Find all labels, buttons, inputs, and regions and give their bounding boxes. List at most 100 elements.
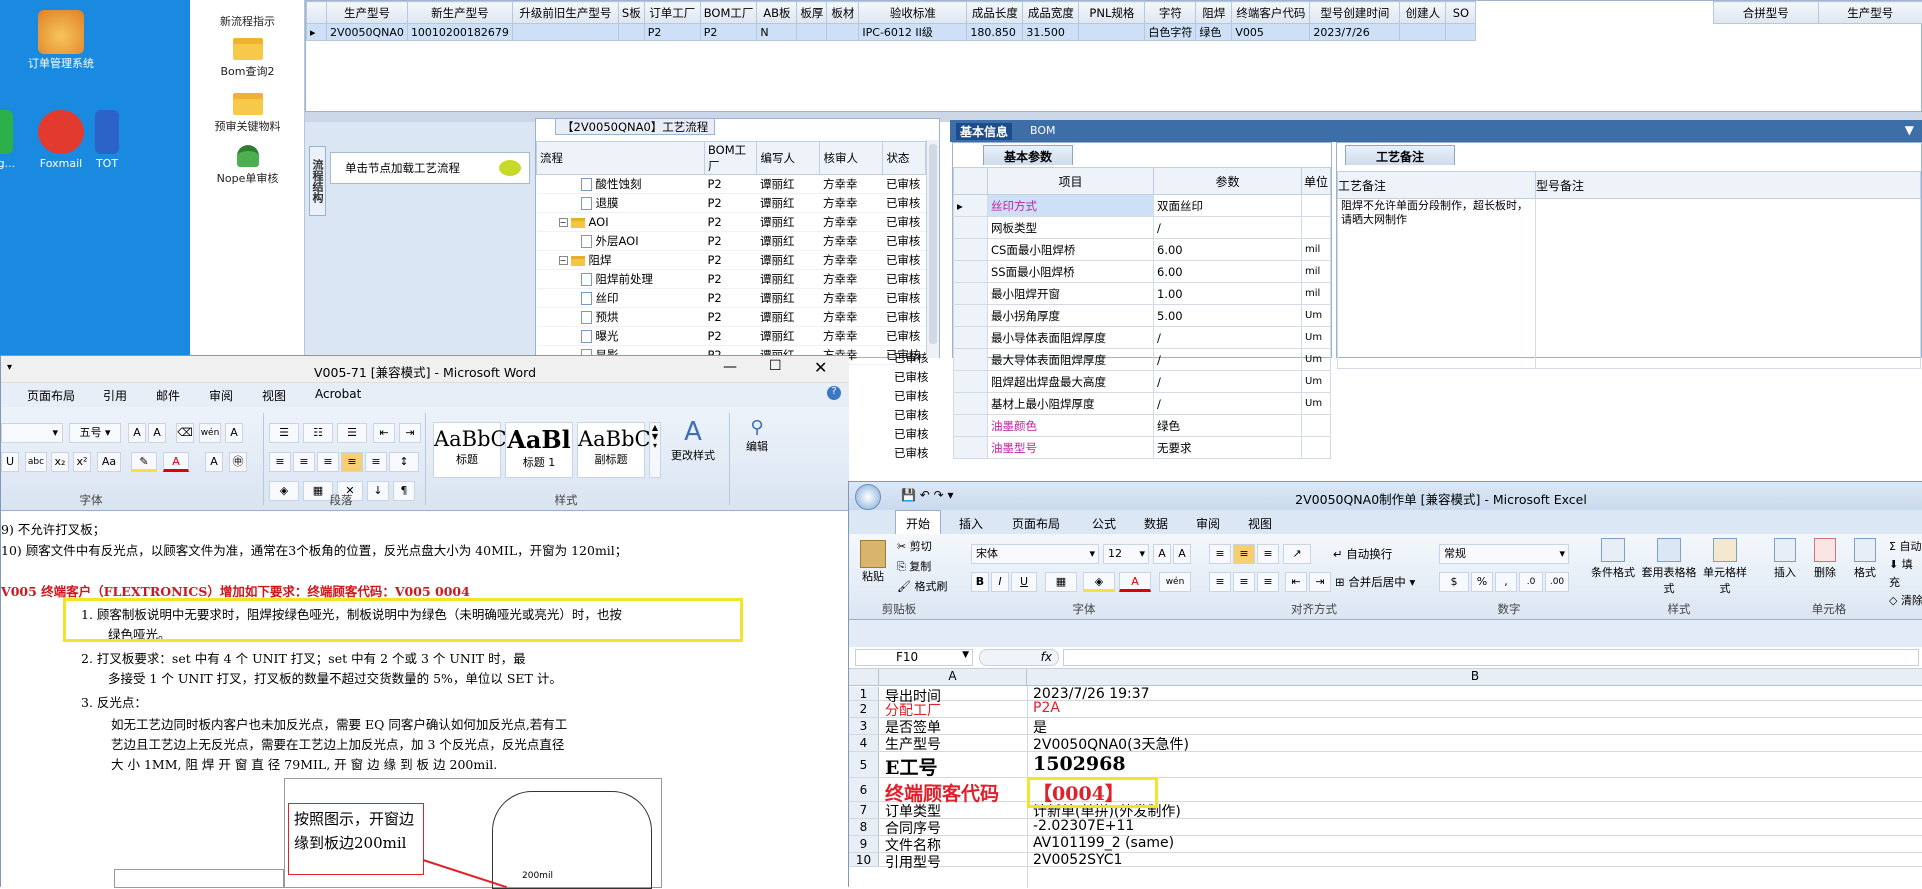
comma-icon[interactable]: , — [1495, 572, 1517, 592]
grow-font-icon[interactable]: A — [128, 423, 146, 443]
sheet-row[interactable]: 2 分配工厂 P2A — [849, 700, 1922, 719]
sheet-row[interactable]: 7 订单类型 计新单(单拼)(外发制作) — [849, 802, 1922, 820]
sheet-row[interactable]: 5 E工号 1502968 — [849, 752, 1922, 779]
tab-view[interactable]: 视图 — [262, 387, 286, 404]
tab-insert[interactable]: 插入 — [959, 515, 983, 532]
multilevel-icon[interactable]: ☰ — [337, 423, 367, 443]
number-format-dropdown[interactable]: 常规 ▾ — [1439, 544, 1569, 564]
sheet-row[interactable]: 4 生产型号 2V0050QNA0(3天急件) — [849, 735, 1922, 753]
format-as-table-button[interactable]: 套用表格格式 — [1641, 538, 1697, 596]
font-size-dropdown[interactable]: 12 ▾ — [1103, 544, 1149, 564]
bold-icon[interactable]: B — [971, 572, 989, 592]
foxmail-shortcut[interactable]: Foxmail — [24, 110, 98, 171]
column-header[interactable]: 单位 — [1301, 167, 1331, 195]
tot-shortcut[interactable]: TOT — [92, 110, 122, 171]
param-value[interactable]: 6.00 — [1153, 238, 1302, 261]
column-header[interactable]: 项目 — [987, 167, 1154, 195]
param-value[interactable]: / — [1153, 370, 1302, 393]
tab-mailings[interactable]: 邮件 — [156, 387, 180, 404]
align-right-icon[interactable]: ≡ — [1257, 572, 1279, 592]
column-header[interactable]: PNL规格 — [1078, 1, 1146, 24]
format-cells-button[interactable]: 格式 — [1847, 538, 1883, 580]
sheet-row[interactable]: 3 是否签单是 — [849, 718, 1922, 736]
param-row[interactable]: SS面最小阻焊桥 6.00 mil — [953, 260, 1331, 283]
process-row[interactable]: 预烘 P2 谭丽红 方幸幸 已审核 — [536, 307, 926, 327]
align-center-icon[interactable]: ≡ — [293, 452, 315, 472]
font-size-dropdown[interactable]: 五号 ▾ — [69, 423, 121, 443]
tab-basic-params[interactable]: 基本参数 — [983, 145, 1074, 165]
phonetic-icon[interactable]: wén — [1159, 572, 1191, 592]
tab-page-layout[interactable]: 页面布局 — [1012, 515, 1060, 532]
tab-home[interactable]: 开始 — [895, 510, 942, 534]
column-header[interactable]: AB板 — [756, 1, 798, 24]
currency-icon[interactable]: $ — [1439, 572, 1469, 592]
superscript-icon[interactable]: x² — [73, 452, 91, 472]
table-cell[interactable]: N — [756, 23, 798, 41]
char-border-icon[interactable]: A — [225, 423, 243, 443]
tab-review[interactable]: 审阅 — [209, 387, 233, 404]
minimize-icon[interactable]: — — [723, 359, 737, 375]
shrink-font-icon[interactable]: A — [148, 423, 166, 443]
change-case-icon[interactable]: Aa — [97, 452, 121, 472]
column-header[interactable]: S板 — [617, 1, 645, 24]
column-header[interactable]: 生产型号 — [1817, 1, 1922, 24]
column-header[interactable]: 型号备注 — [1535, 171, 1921, 199]
align-left-icon[interactable]: ≡ — [269, 452, 291, 472]
char-shading-icon[interactable]: A — [205, 452, 223, 472]
column-header[interactable]: 新生产型号 — [406, 1, 513, 24]
sidebar-item-bom-query[interactable]: Bom查询2 — [190, 38, 305, 79]
model-remark-cell[interactable] — [1535, 198, 1921, 369]
process-remark-cell[interactable]: 阻焊不允许单面分段制作，超长板时，请晒大网制作 — [1337, 198, 1536, 369]
increase-decimal-icon[interactable]: .0 — [1519, 572, 1543, 592]
change-styles-button[interactable]: A 更改样式 — [665, 417, 721, 463]
tab-formulas[interactable]: 公式 — [1092, 515, 1116, 532]
insert-function-icon[interactable]: fx — [979, 649, 1059, 666]
orientation-icon[interactable]: ↗ — [1283, 544, 1311, 564]
column-header[interactable]: 成品长度 — [966, 1, 1024, 24]
param-row[interactable]: 油墨颜色 绿色 — [953, 414, 1331, 437]
paste-button[interactable]: 粘贴 — [855, 540, 891, 584]
formula-input[interactable] — [1063, 649, 1919, 666]
row-number[interactable]: 9 — [849, 836, 879, 852]
table-cell[interactable]: 31.500 — [1022, 23, 1080, 41]
row-number[interactable]: 1 — [849, 687, 879, 701]
param-value[interactable]: / — [1153, 326, 1302, 349]
numbering-icon[interactable]: ☷ — [303, 423, 333, 443]
autosum-button[interactable]: Σ 自动 — [1889, 538, 1922, 556]
process-scrollbar[interactable] — [926, 140, 939, 358]
underline-icon[interactable]: U — [1, 452, 19, 472]
percent-icon[interactable]: % — [1471, 572, 1493, 592]
help-icon[interactable]: ? — [827, 386, 841, 400]
align-bottom-icon[interactable]: ≡ — [1257, 544, 1279, 564]
param-row[interactable]: 最小拐角厚度 5.00 Um — [953, 304, 1331, 327]
row-number[interactable]: 8 — [849, 819, 879, 835]
column-header[interactable]: 状态 — [882, 141, 926, 175]
process-row[interactable]: 丝印 P2 谭丽红 方幸幸 已审核 — [536, 288, 926, 308]
table-cell[interactable]: 2023/7/26 — [1309, 23, 1401, 41]
select-all-corner[interactable] — [849, 669, 879, 686]
align-right-icon[interactable]: ≡ — [317, 452, 339, 472]
wrap-text-button[interactable]: ↵ 自动换行 — [1333, 546, 1392, 562]
row-number[interactable]: 5 — [849, 752, 879, 777]
line-spacing-icon[interactable]: ↕ — [389, 452, 419, 472]
column-header-b[interactable]: B — [1027, 669, 1922, 686]
column-header[interactable]: 字符 — [1144, 1, 1197, 24]
table-row[interactable]: ▸ 2V0050QNA0 10010200182679 P2 P2 N IPC-6012 I… — [306, 23, 1477, 41]
insert-cells-button[interactable]: 插入 — [1767, 538, 1803, 580]
sheet-row[interactable]: 1 导出时间 2023/7/26 19:37 — [849, 686, 1922, 705]
row-number[interactable]: 3 — [849, 718, 879, 734]
param-value[interactable]: 1.00 — [1153, 282, 1302, 305]
process-row[interactable]: 阻焊前处理 P2 谭丽红 方幸幸 已审核 — [536, 269, 926, 289]
delete-cells-button[interactable]: 删除 — [1807, 538, 1843, 580]
process-row[interactable]: 酸性蚀刻 P2 谭丽红 方幸幸 已审核 — [536, 174, 926, 194]
table-cell[interactable]: P2 — [643, 23, 701, 41]
table-cell[interactable]: IPC-6012 II级 — [858, 23, 968, 41]
cell-b[interactable]: AV101199_2 (same) — [1033, 835, 1174, 851]
table-cell[interactable]: 180.850 — [966, 23, 1024, 41]
font-name-dropdown[interactable]: ▾ — [1, 423, 63, 443]
column-header[interactable]: 验收标准 — [858, 1, 968, 24]
clear-format-icon[interactable]: ⌫ — [176, 423, 194, 443]
align-middle-icon[interactable]: ≡ — [1233, 544, 1255, 564]
column-header[interactable]: 成品宽度 — [1022, 1, 1080, 24]
increase-indent-icon[interactable]: ⇥ — [1309, 572, 1331, 592]
